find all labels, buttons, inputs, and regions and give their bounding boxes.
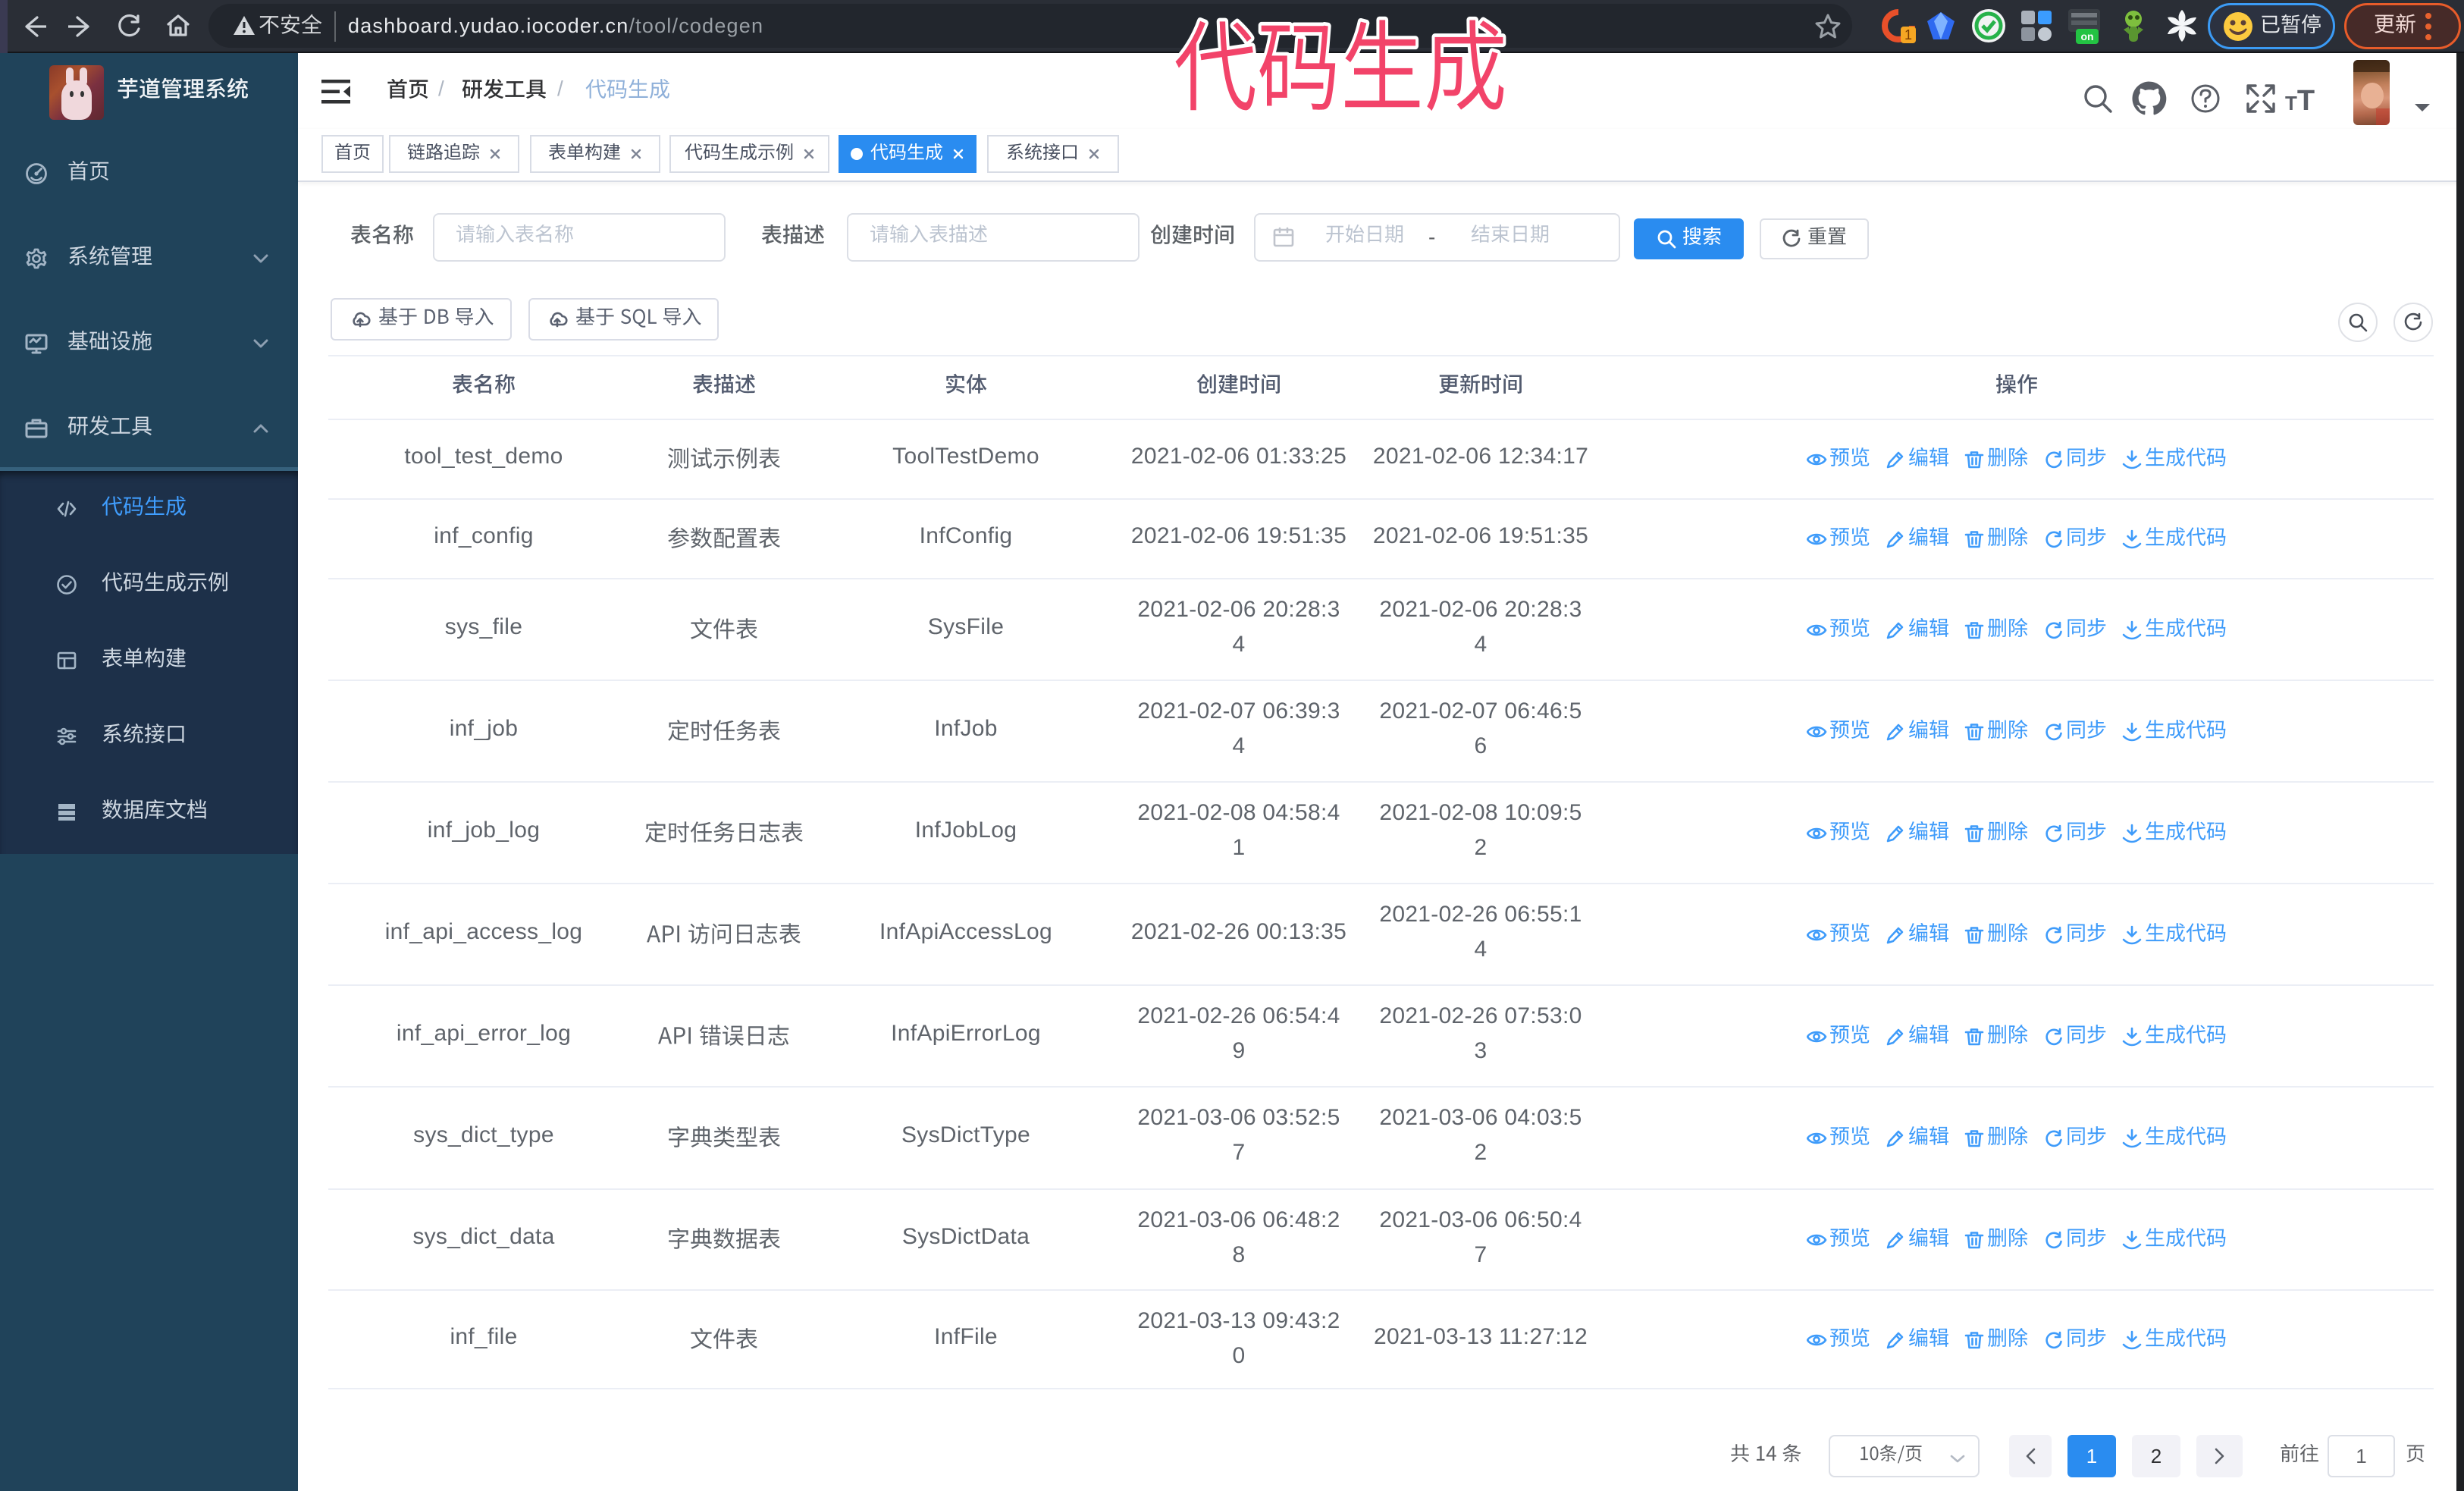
svg-text:on: on (2080, 30, 2093, 42)
svg-text:1: 1 (1904, 27, 1912, 42)
